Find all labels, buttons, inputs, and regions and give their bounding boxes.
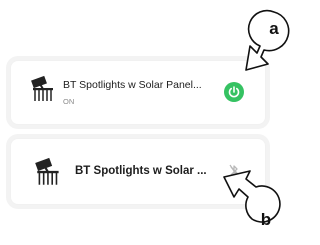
- spotlight-solar-icon: [35, 157, 59, 185]
- callout-a-label: a: [269, 19, 279, 38]
- power-icon: [228, 86, 240, 98]
- device-name: BT Spotlights w Solar Panel...: [63, 79, 202, 91]
- callout-a-pointer: [245, 9, 290, 71]
- callout-b-pointer: [223, 170, 281, 223]
- device-name: BT Spotlights w Solar ...: [75, 165, 207, 177]
- power-button[interactable]: [224, 82, 244, 102]
- device-status: ON: [63, 97, 75, 106]
- callout-b-label: b: [260, 210, 272, 229]
- spotlight-solar-icon: [31, 75, 53, 101]
